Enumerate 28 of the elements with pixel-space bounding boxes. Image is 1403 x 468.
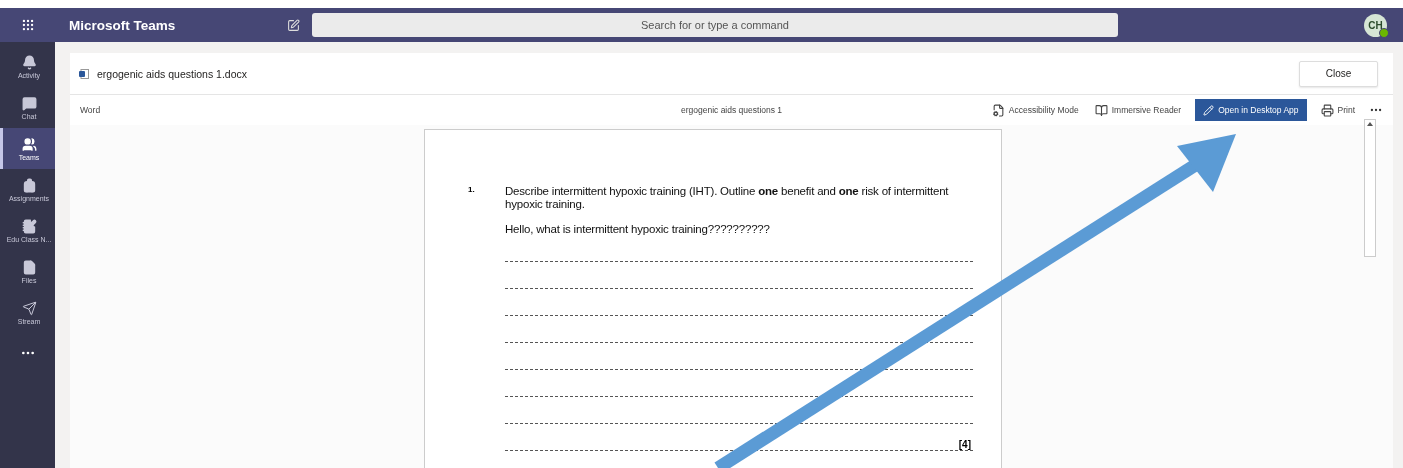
document-title: ergogenic aids questions 1 [680,105,783,115]
file-name: ergogenic aids questions 1.docx [97,67,247,80]
toolbar-button[interactable]: Accessibility Mode [989,99,1081,121]
pencil-icon [1203,104,1215,116]
close-button[interactable]: Close [1299,60,1378,87]
question-text: Describe intermittent hypoxic training (IHT). Outline one benefit and one risk of intermittent hypoxic training. [505,185,950,211]
app-name: Word [80,105,102,115]
bell-icon [21,54,37,70]
document-gear-icon [991,103,1005,117]
book-icon [1094,103,1108,117]
chat-icon [21,95,37,111]
compose-icon[interactable] [287,18,300,32]
notebook-icon [21,218,37,234]
app-launcher-icon[interactable] [20,18,35,32]
file-icon [21,259,37,275]
user-avatar[interactable]: CH [1364,13,1387,37]
toolbar-button[interactable]: Immersive Reader [1092,99,1184,121]
question-number: 1. [468,185,476,196]
toolbar-button[interactable]: Print [1318,99,1357,121]
scrollbar[interactable] [1364,119,1376,257]
app-title: Microsoft Teams [68,17,177,33]
people-icon [21,136,37,152]
answer-text: Hello, what is intermittent hypoxic training?????????? [505,223,771,235]
printer-icon [1320,103,1334,117]
word-file-icon [79,68,89,79]
toolbar-button[interactable]: Open in Desktop App [1195,99,1307,121]
search-field[interactable]: Search for or type a command [312,13,1118,37]
marks-label: [4] [958,439,971,450]
